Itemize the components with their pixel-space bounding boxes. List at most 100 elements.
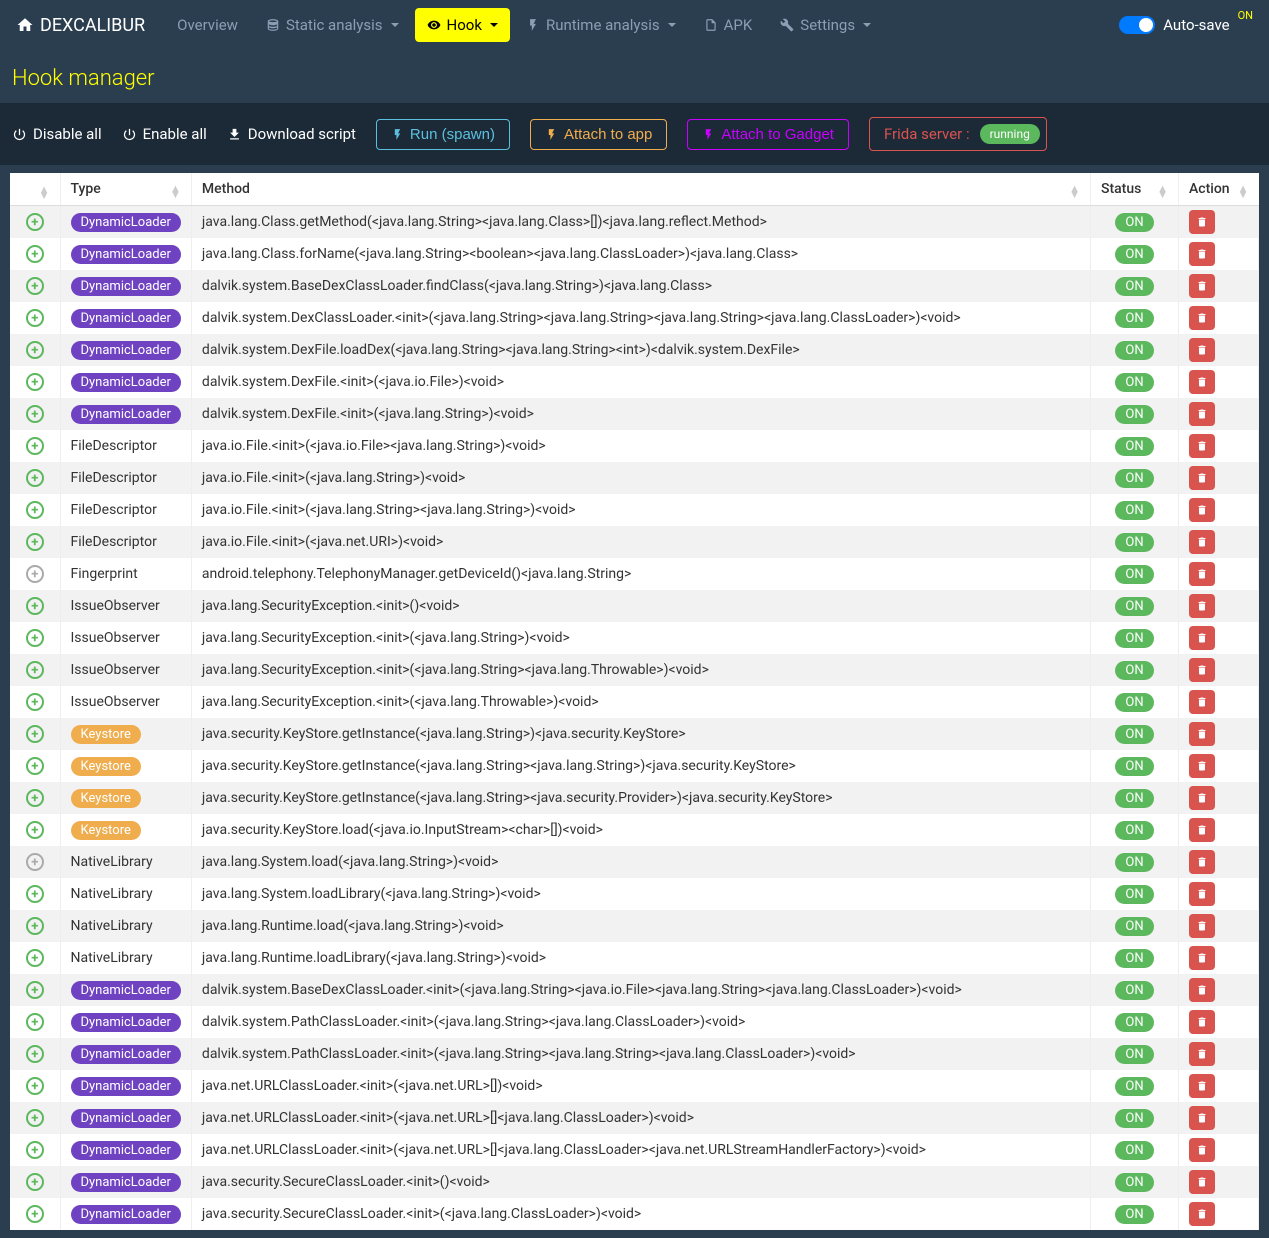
status-badge[interactable]: ON [1115,533,1153,552]
status-badge[interactable]: ON [1115,693,1153,712]
status-badge[interactable]: ON [1115,949,1153,968]
download-script-button[interactable]: Download script [227,125,356,143]
delete-button[interactable] [1189,370,1215,394]
status-badge[interactable]: ON [1115,1077,1153,1096]
expand-button[interactable]: + [26,821,44,839]
expand-button[interactable]: + [26,405,44,423]
status-badge[interactable]: ON [1115,789,1153,808]
delete-button[interactable] [1189,338,1215,362]
status-badge[interactable]: ON [1115,1109,1153,1128]
col-action[interactable]: Action▲▼ [1179,173,1259,206]
col-status[interactable]: Status▲▼ [1091,173,1179,206]
disable-all-button[interactable]: Disable all [12,125,102,143]
nav-hook[interactable]: Hook [415,8,510,42]
status-badge[interactable]: ON [1115,1173,1153,1192]
autosave-toggle[interactable] [1119,16,1155,34]
status-badge[interactable]: ON [1115,1141,1153,1160]
expand-button[interactable]: + [26,661,44,679]
expand-button[interactable]: + [26,693,44,711]
status-badge[interactable]: ON [1115,309,1153,328]
status-badge[interactable]: ON [1115,469,1153,488]
delete-button[interactable] [1189,882,1215,906]
expand-button[interactable]: + [26,1141,44,1159]
status-badge[interactable]: ON [1115,629,1153,648]
delete-button[interactable] [1189,594,1215,618]
expand-button[interactable]: + [26,1013,44,1031]
nav-settings[interactable]: Settings [768,8,883,42]
delete-button[interactable] [1189,978,1215,1002]
delete-button[interactable] [1189,914,1215,938]
expand-button[interactable]: + [26,1173,44,1191]
expand-button[interactable]: + [26,245,44,263]
delete-button[interactable] [1189,530,1215,554]
delete-button[interactable] [1189,1106,1215,1130]
run-spawn-button[interactable]: Run (spawn) [376,119,510,150]
expand-button[interactable]: + [26,533,44,551]
status-badge[interactable]: ON [1115,885,1153,904]
delete-button[interactable] [1189,1138,1215,1162]
expand-button[interactable]: + [26,501,44,519]
expand-button[interactable]: + [26,1205,44,1223]
status-badge[interactable]: ON [1115,341,1153,360]
delete-button[interactable] [1189,210,1215,234]
expand-button[interactable]: + [26,277,44,295]
frida-status[interactable]: Frida server : running [869,117,1047,151]
status-badge[interactable]: ON [1115,373,1153,392]
status-badge[interactable]: ON [1115,725,1153,744]
col-method[interactable]: Method▲▼ [191,173,1090,206]
expand-button[interactable]: + [26,565,44,583]
delete-button[interactable] [1189,1202,1215,1226]
delete-button[interactable] [1189,274,1215,298]
attach-app-button[interactable]: Attach to app [530,119,667,150]
delete-button[interactable] [1189,242,1215,266]
delete-button[interactable] [1189,1074,1215,1098]
delete-button[interactable] [1189,946,1215,970]
delete-button[interactable] [1189,690,1215,714]
delete-button[interactable] [1189,722,1215,746]
expand-button[interactable]: + [26,853,44,871]
delete-button[interactable] [1189,626,1215,650]
enable-all-button[interactable]: Enable all [122,125,207,143]
attach-gadget-button[interactable]: Attach to Gadget [687,119,849,150]
expand-button[interactable]: + [26,1077,44,1095]
expand-button[interactable]: + [26,981,44,999]
expand-button[interactable]: + [26,437,44,455]
delete-button[interactable] [1189,306,1215,330]
expand-button[interactable]: + [26,213,44,231]
expand-button[interactable]: + [26,757,44,775]
expand-button[interactable]: + [26,917,44,935]
nav-overview[interactable]: Overview [165,8,250,42]
expand-button[interactable]: + [26,789,44,807]
delete-button[interactable] [1189,498,1215,522]
col-type[interactable]: Type▲▼ [60,173,191,206]
status-badge[interactable]: ON [1115,245,1153,264]
expand-button[interactable]: + [26,597,44,615]
delete-button[interactable] [1189,850,1215,874]
status-badge[interactable]: ON [1115,917,1153,936]
status-badge[interactable]: ON [1115,437,1153,456]
status-badge[interactable]: ON [1115,501,1153,520]
status-badge[interactable]: ON [1115,277,1153,296]
delete-button[interactable] [1189,818,1215,842]
status-badge[interactable]: ON [1115,1205,1153,1224]
delete-button[interactable] [1189,786,1215,810]
nav-static[interactable]: Static analysis [254,8,411,42]
status-badge[interactable]: ON [1115,565,1153,584]
delete-button[interactable] [1189,1042,1215,1066]
nav-apk[interactable]: APK [692,8,765,42]
delete-button[interactable] [1189,466,1215,490]
delete-button[interactable] [1189,658,1215,682]
status-badge[interactable]: ON [1115,757,1153,776]
expand-button[interactable]: + [26,1045,44,1063]
status-badge[interactable]: ON [1115,821,1153,840]
nav-runtime[interactable]: Runtime analysis [514,8,688,42]
expand-button[interactable]: + [26,629,44,647]
delete-button[interactable] [1189,562,1215,586]
status-badge[interactable]: ON [1115,213,1153,232]
status-badge[interactable]: ON [1115,661,1153,680]
delete-button[interactable] [1189,434,1215,458]
expand-button[interactable]: + [26,309,44,327]
status-badge[interactable]: ON [1115,853,1153,872]
expand-button[interactable]: + [26,949,44,967]
delete-button[interactable] [1189,402,1215,426]
